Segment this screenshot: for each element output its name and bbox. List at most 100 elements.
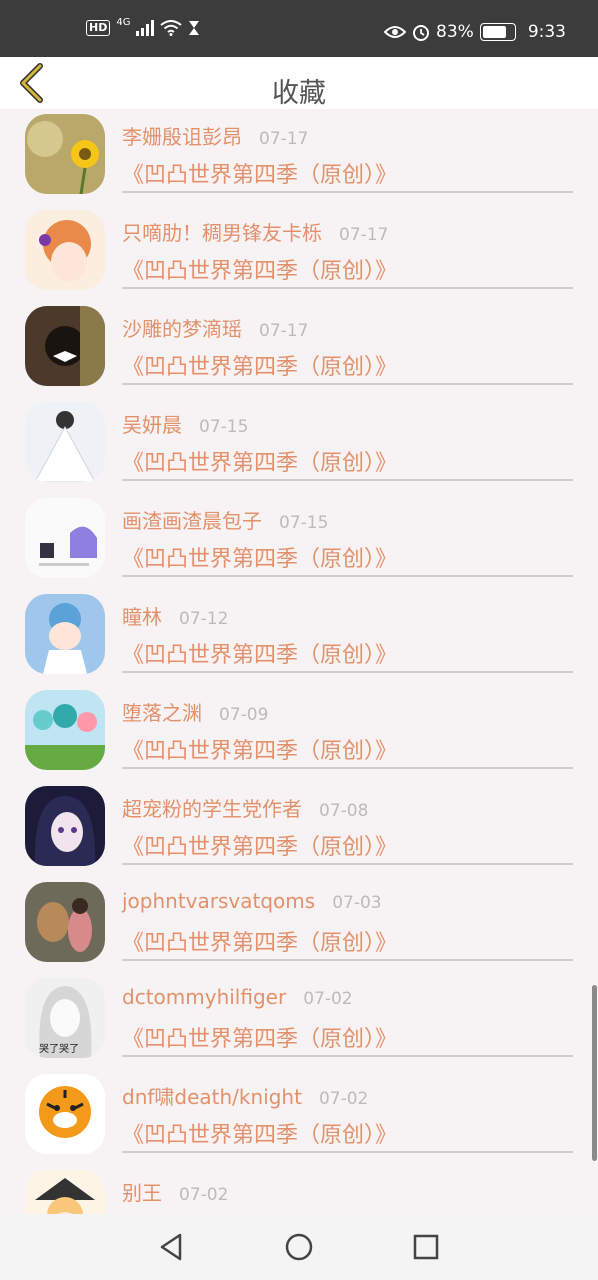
favorite-date: 07-02 [303,989,353,1009]
author-name[interactable]: 别王 [122,1177,162,1206]
item-header: dnf啸death/knight 07-02 [122,1081,368,1110]
author-name[interactable]: jophntvarsvatqoms [122,889,315,913]
favorite-item[interactable]: 堕落之渊 07-09 《凹凸世界第四季（原创）》 [0,685,598,781]
dog-and-child-avatar[interactable] [25,882,105,962]
back-triangle-icon[interactable] [156,1231,188,1263]
item-header: 堕落之渊 07-09 [122,697,268,726]
battery-icon [479,23,516,41]
author-name[interactable]: 只嘀肋！稠男锋友卡栎 [122,217,322,246]
favorite-item[interactable]: 别王07-02《凹凸世界第四季（原创）》 [0,1165,598,1214]
divider [122,959,573,961]
work-title[interactable]: 《凹凸世界第四季（原创）》 [122,1117,397,1149]
work-title[interactable]: 《凹凸世界第四季（原创）》 [122,829,397,861]
favorite-date: 07-17 [339,225,389,245]
item-header: 吴妍晨 07-15 [122,409,248,438]
hat-girl-avatar[interactable] [25,1170,105,1214]
item-header: 瞳林 07-12 [122,601,228,630]
favorite-date: 07-15 [279,513,329,533]
favorite-date: 07-08 [319,801,369,821]
favorite-item[interactable]: jophntvarsvatqoms 07-03 《凹凸世界第四季（原创）》 [0,877,598,973]
divider [122,1055,573,1057]
page-title: 收藏 [272,78,326,109]
favorite-item[interactable]: 李姗殷诅彭昂 07-17 《凹凸世界第四季（原创）》 [0,109,598,205]
favorite-date: 07-12 [179,609,229,629]
work-title[interactable]: 《凹凸世界第四季（原创）》 [122,157,397,189]
favorite-item[interactable]: 只嘀肋！稠男锋友卡栎 07-17 《凹凸世界第四季（原创）》 [0,205,598,301]
orange-hair-girl-avatar[interactable] [25,210,105,290]
status-bar: HD 4G 83% 9:33 [0,0,598,57]
favorite-item[interactable]: 超宠粉的学生党作者 07-08 《凹凸世界第四季（原创）》 [0,781,598,877]
battery-percent: 83% [436,22,474,42]
status-right: 83% 9:33 [384,22,566,42]
svg-text:哭了哭了: 哭了哭了 [39,1043,79,1055]
sunflower-avatar[interactable] [25,114,105,194]
divider [122,191,573,193]
divider [122,671,573,673]
item-header: 李姗殷诅彭昂 07-17 [122,121,308,150]
work-title[interactable]: 《凹凸世界第四季（原创）》 [122,541,397,573]
favorite-item[interactable]: 哭了哭了 dctommyhilfiger 07-02 《凹凸世界第四季（原创）》 [0,973,598,1069]
favorite-item[interactable]: 沙雕的梦滴瑶 07-17 《凹凸世界第四季（原创）》 [0,301,598,397]
item-header: 沙雕的梦滴瑶 07-17 [122,313,308,342]
eye-icon [384,26,407,38]
work-title[interactable]: 《凹凸世界第四季（原创）》 [122,253,397,285]
divider [122,1151,573,1153]
work-title[interactable]: 《凹凸世界第四季（原创）》 [122,637,397,669]
white-dress-girl-avatar[interactable] [25,402,105,482]
item-header: 只嘀肋！稠男锋友卡栎 07-17 [122,217,388,246]
network-type: 4G [116,16,131,28]
author-name[interactable]: 沙雕的梦滴瑶 [122,313,242,342]
author-name[interactable]: dctommyhilfiger [122,985,286,1009]
recents-square-icon[interactable] [410,1231,442,1263]
author-name[interactable]: 李姗殷诅彭昂 [122,121,242,150]
home-circle-icon[interactable] [283,1231,315,1263]
divider [122,383,573,385]
work-title[interactable]: 《凹凸世界第四季（原创）》 [122,925,397,957]
favorite-item[interactable]: 瞳林 07-12 《凹凸世界第四季（原创）》 [0,589,598,685]
author-name[interactable]: 吴妍晨 [122,409,182,438]
favorite-item[interactable]: 吴妍晨 07-15 《凹凸世界第四季（原创）》 [0,397,598,493]
work-title[interactable]: 《凹凸世界第四季（原创）》 [122,349,397,381]
signal-icon [136,20,155,36]
scrollbar[interactable] [592,985,597,1161]
favorite-item[interactable]: dnf啸death/knight 07-02 《凹凸世界第四季（原创）》 [0,1069,598,1165]
alarm-icon [413,25,430,41]
favorites-list[interactable]: 李姗殷诅彭昂 07-17 《凹凸世界第四季（原创）》 只嘀肋！稠男锋友卡栎 07-17 《… [0,109,598,1214]
sketch-girl-avatar[interactable]: 哭了哭了 [25,978,105,1058]
favorite-date: 07-17 [259,129,309,149]
favorite-date: 07-02 [179,1185,229,1205]
divider [122,863,573,865]
author-name[interactable]: 瞳林 [122,601,162,630]
tiger-avatar[interactable] [25,1074,105,1154]
favorite-date: 07-17 [259,321,309,341]
item-header: 画渣画渣晨包子 07-15 [122,505,328,534]
battery-level [482,26,507,38]
work-title[interactable]: 《凹凸世界第四季（原创）》 [122,445,397,477]
dark-hair-girl-avatar[interactable] [25,786,105,866]
divider [122,287,573,289]
item-header: 别王 07-02 [122,1177,228,1206]
favorite-date: 07-03 [332,893,382,913]
anime-boy-avatar[interactable] [25,594,105,674]
author-name[interactable]: 堕落之渊 [122,697,202,726]
work-title[interactable]: 《凹凸世界第四季（原创）》 [122,733,397,765]
favorite-date: 07-02 [318,1089,369,1109]
group-anime-avatar[interactable] [25,690,105,770]
author-name[interactable]: dnf啸death/knight [122,1081,302,1110]
hourglass-icon [189,21,200,35]
title-bar: 收藏 [0,57,598,109]
item-header: dctommyhilfiger 07-02 [122,985,353,1009]
girl-with-bow-avatar[interactable] [25,306,105,386]
item-header: 超宠粉的学生党作者 07-08 [122,793,368,822]
divider [122,575,573,577]
author-name[interactable]: 超宠粉的学生党作者 [122,793,302,822]
item-header: jophntvarsvatqoms 07-03 [122,889,382,913]
favorite-date: 07-09 [219,705,269,725]
divider [122,767,573,769]
system-nav-bar [0,1214,598,1280]
wifi-icon [160,20,183,36]
purple-character-avatar[interactable] [25,498,105,578]
author-name[interactable]: 画渣画渣晨包子 [122,505,262,534]
work-title[interactable]: 《凹凸世界第四季（原创）》 [122,1021,397,1053]
favorite-item[interactable]: 画渣画渣晨包子 07-15 《凹凸世界第四季（原创）》 [0,493,598,589]
